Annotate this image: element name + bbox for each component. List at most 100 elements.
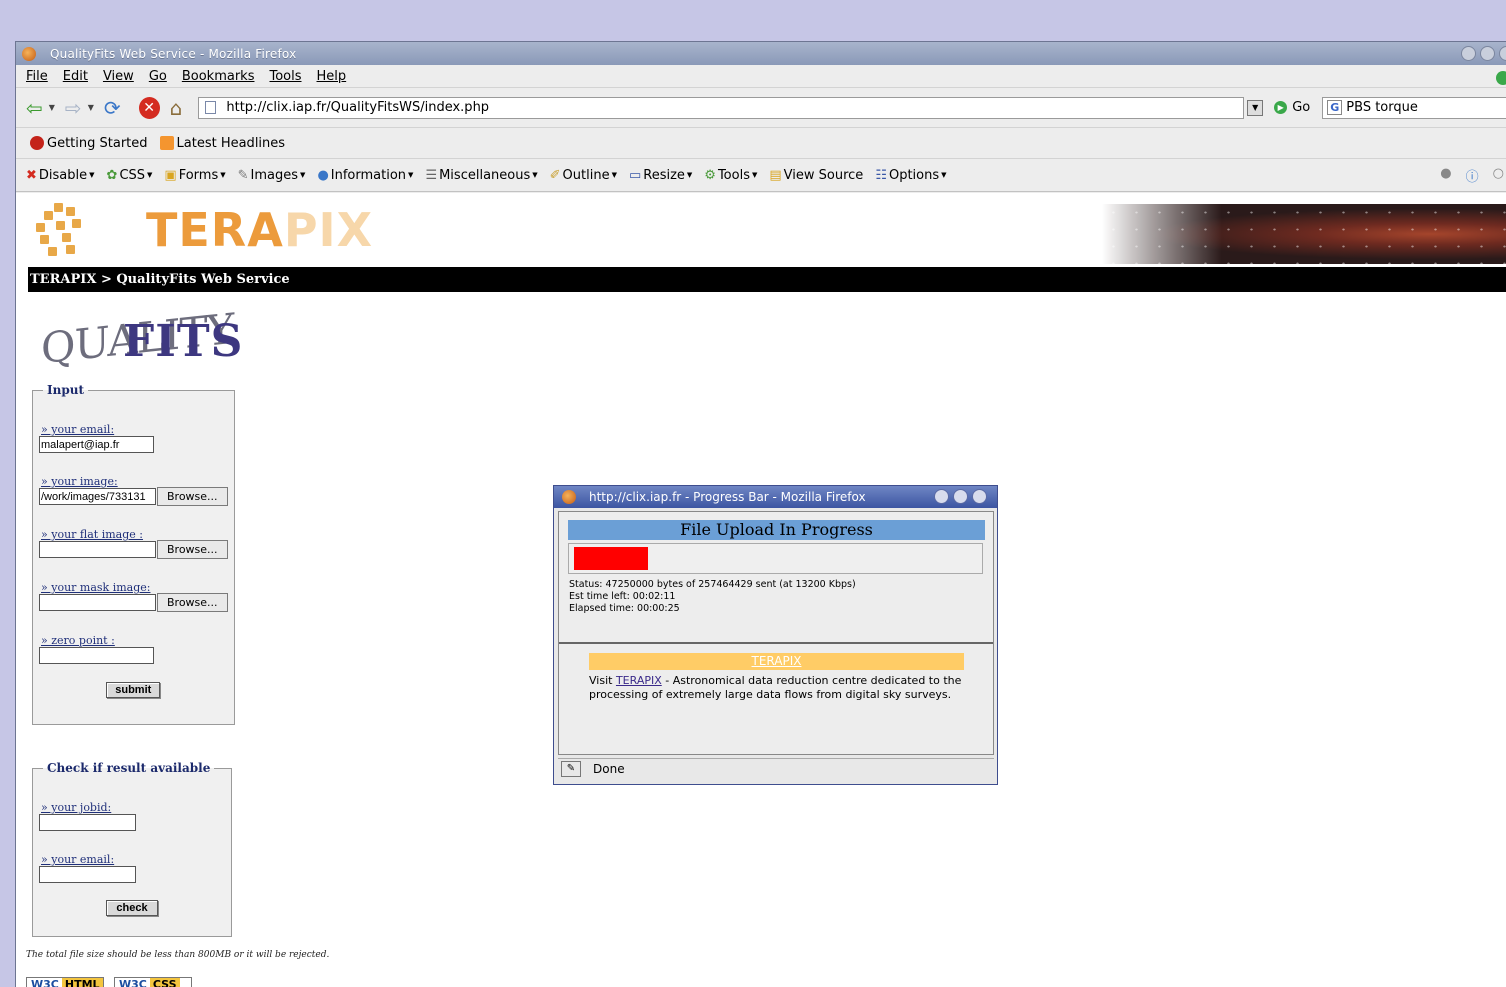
menu-edit[interactable]: Edit: [63, 69, 88, 84]
dev-options[interactable]: ☷ Options ▼: [875, 168, 946, 183]
activity-icon: [1496, 71, 1506, 85]
dropdown-arrow-icon: ▼: [532, 171, 538, 179]
badge-html: HTML: [61, 978, 103, 987]
dev-forms[interactable]: ▣ Forms ▼: [164, 168, 225, 183]
popup-titlebar: http://clix.iap.fr - Progress Bar - Mozi…: [554, 486, 997, 508]
mask-browse-button[interactable]: Browse...: [157, 593, 228, 612]
logo-text-fade: PIX: [283, 203, 374, 257]
check-button[interactable]: check: [106, 900, 158, 916]
close-button[interactable]: [1499, 46, 1506, 61]
url-bar[interactable]: http://clix.iap.fr/QualityFitsWS/index.p…: [198, 96, 1264, 119]
mask-file-input[interactable]: [39, 594, 156, 611]
upload-header: File Upload In Progress: [568, 520, 985, 540]
dev-view-source[interactable]: ▤ View Source: [769, 168, 863, 183]
firefox-bookmark-icon: [30, 136, 44, 150]
email-field[interactable]: [39, 436, 154, 453]
flat-browse-button[interactable]: Browse...: [157, 540, 228, 559]
info-icon[interactable]: ⓘ: [1466, 166, 1479, 185]
zero-point-field[interactable]: [39, 647, 154, 664]
bookmark-getting-started[interactable]: Getting Started: [30, 136, 148, 151]
popup-maximize-button[interactable]: [953, 489, 968, 504]
image-browse-button[interactable]: Browse...: [157, 487, 228, 506]
view-source-icon: ▤: [769, 167, 782, 183]
google-icon[interactable]: G: [1327, 100, 1343, 115]
terapix-header-link[interactable]: TERAPIX: [589, 653, 964, 670]
menu-bookmarks[interactable]: Bookmarks: [182, 69, 255, 84]
back-dropdown-icon[interactable]: ▼: [49, 103, 55, 112]
reload-icon[interactable]: ⟳: [104, 96, 121, 120]
check-legend: Check if result available: [47, 761, 211, 775]
minimize-button[interactable]: [1461, 46, 1476, 61]
dev-tools[interactable]: ⚙ Tools ▼: [704, 168, 757, 183]
w3c-css-badge[interactable]: W3C CSS: [114, 977, 192, 987]
jobid-field[interactable]: [39, 814, 136, 831]
dev-label: Miscellaneous: [439, 167, 531, 183]
dropdown-arrow-icon: ▼: [89, 171, 95, 179]
image-file-input[interactable]: [39, 488, 156, 505]
forms-icon: ▣: [164, 167, 177, 183]
menu-tools[interactable]: Tools: [269, 69, 301, 84]
forward-dropdown-icon[interactable]: ▼: [88, 103, 94, 112]
window-titlebar: QualityFits Web Service - Mozilla Firefo…: [16, 42, 1506, 65]
dev-label: View Source: [783, 167, 864, 183]
dropdown-arrow-icon: ▼: [408, 171, 414, 179]
dev-label: Options: [888, 167, 940, 183]
dev-outline[interactable]: ✐ Outline ▼: [550, 168, 617, 183]
url-dropdown-icon[interactable]: ▼: [1247, 99, 1264, 116]
site-banner: TERAPIX: [16, 193, 1506, 267]
popup-close-button[interactable]: [972, 489, 987, 504]
window-controls: [1461, 46, 1506, 61]
w3c-html-badge[interactable]: W3C HTML: [26, 977, 104, 987]
menu-go[interactable]: Go: [149, 69, 167, 84]
check-email-label[interactable]: » your email:: [41, 853, 225, 866]
progress-bar: [568, 543, 983, 574]
go-button[interactable]: ▶ Go: [1274, 100, 1310, 115]
status-icon: ✎: [561, 760, 581, 777]
popup-minimize-button[interactable]: [934, 489, 949, 504]
images-icon: ✎: [237, 167, 249, 183]
email-label[interactable]: » your email:: [41, 423, 228, 436]
validation-icon[interactable]: ●: [1440, 166, 1451, 185]
dev-miscellaneous[interactable]: ☰ Miscellaneous ▼: [425, 168, 537, 183]
logo-fits: FITS: [123, 316, 244, 367]
menu-file[interactable]: File: [26, 69, 48, 84]
flat-file-input[interactable]: [39, 541, 156, 558]
back-arrow-icon[interactable]: ⇦: [26, 96, 43, 120]
search-input[interactable]: G PBS torque: [1322, 96, 1506, 119]
visit-prefix: Visit: [589, 674, 613, 687]
dev-disable[interactable]: ✖ Disable ▼: [26, 168, 95, 183]
dev-information[interactable]: ● Information ▼: [317, 168, 413, 183]
dev-label: Disable: [38, 167, 88, 183]
dev-label: Resize: [643, 167, 685, 183]
settings-icon[interactable]: ○: [1493, 166, 1504, 185]
home-icon[interactable]: ⌂: [170, 96, 183, 120]
menu-view[interactable]: View: [103, 69, 134, 84]
jobid-label[interactable]: » your jobid:: [41, 801, 225, 814]
badge-css: CSS: [149, 978, 180, 987]
bookmark-latest-headlines[interactable]: Latest Headlines: [159, 136, 285, 151]
dev-resize[interactable]: ▭ Resize ▼: [629, 168, 692, 183]
stop-icon[interactable]: ✕: [138, 96, 160, 119]
menu-help[interactable]: Help: [317, 69, 347, 84]
window-title: QualityFits Web Service - Mozilla Firefo…: [50, 46, 297, 61]
information-icon: ●: [317, 167, 329, 183]
maximize-button[interactable]: [1480, 46, 1495, 61]
forward-arrow-icon[interactable]: ⇨: [65, 96, 82, 120]
elapsed-time: Elapsed time: 00:00:25: [569, 603, 680, 614]
bookmark-label: Getting Started: [47, 135, 148, 151]
file-size-note: The total file size should be less than …: [26, 950, 330, 960]
dev-label: Tools: [717, 167, 750, 183]
dropdown-arrow-icon: ▼: [220, 171, 226, 179]
zero-point-label[interactable]: » zero point :: [41, 634, 228, 647]
dev-images[interactable]: ✎ Images ▼: [238, 168, 306, 183]
submit-button[interactable]: submit: [106, 682, 161, 698]
check-email-field[interactable]: [39, 866, 136, 883]
outline-icon: ✐: [549, 167, 561, 183]
terapix-link[interactable]: TERAPIX: [616, 674, 662, 687]
popup-window-controls: [934, 489, 987, 504]
progress-fill: [574, 547, 648, 570]
dev-css[interactable]: ✿ CSS ▼: [107, 168, 153, 183]
dropdown-arrow-icon: ▼: [611, 171, 617, 179]
search-text: PBS torque: [1346, 100, 1418, 115]
terapix-logo[interactable]: TERAPIX: [146, 203, 373, 257]
